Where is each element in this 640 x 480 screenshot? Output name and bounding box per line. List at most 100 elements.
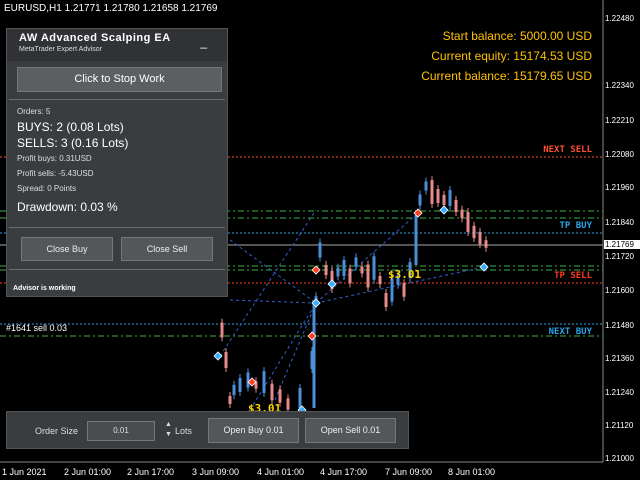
trade-link-line	[229, 299, 317, 304]
order-size-stepper[interactable]: ▲ ▼	[165, 420, 172, 440]
candle	[442, 194, 446, 206]
candle	[298, 387, 302, 409]
order-size-input[interactable]: 0.01	[87, 421, 155, 441]
price-tick: 1.22210	[605, 116, 634, 125]
symbol-header: EURUSD,H1 1.21771 1.21780 1.21658 1.2176…	[4, 3, 218, 14]
candle	[224, 351, 228, 369]
ea-panel: AW Advanced Scalping EA MetaTrader Exper…	[6, 28, 228, 297]
price-tick: 1.21240	[605, 388, 634, 397]
time-tick: 1 Jun 2021	[2, 467, 47, 477]
candle	[278, 389, 282, 403]
open-buy-button[interactable]: Open Buy 0.01	[208, 418, 299, 443]
next-sell-label: NEXT SELL	[543, 145, 592, 155]
order-size-label: Order Size	[35, 426, 79, 436]
candle	[378, 275, 382, 285]
next-buy-label: NEXT BUY	[548, 327, 592, 337]
price-tick: 1.21769	[604, 240, 640, 249]
candle	[414, 215, 418, 265]
lots-label: Lots	[175, 426, 193, 436]
candle	[354, 257, 358, 267]
price-tick: 1.22080	[605, 150, 634, 159]
price-tick: 1.21600	[605, 286, 634, 295]
candle	[372, 256, 376, 280]
profit-label: $3.01	[388, 268, 422, 281]
time-tick: 7 Jun 09:00	[385, 467, 433, 477]
candle	[418, 194, 422, 206]
candle	[390, 278, 394, 302]
buy-marker-icon	[439, 205, 449, 215]
candle	[262, 371, 266, 393]
tp-buy-label: TP BUY	[559, 221, 592, 231]
candle	[466, 212, 470, 232]
candle	[366, 264, 370, 288]
trade-link-line	[229, 239, 317, 304]
candle	[484, 240, 488, 248]
price-tick: 1.21120	[605, 421, 634, 430]
close-sell-button[interactable]: Close Sell	[121, 237, 213, 261]
buys-summary: BUYS: 2 (0.08 Lots)	[17, 120, 124, 134]
buy-marker-icon	[213, 351, 223, 361]
time-tick: 8 Jun 01:00	[448, 467, 496, 477]
order-bar: Order Size 0.01 ▲ ▼ Lots Open Buy 0.01 O…	[6, 411, 409, 449]
candle	[336, 267, 340, 277]
time-tick: 4 Jun 17:00	[320, 467, 368, 477]
panel-subtitle: MetaTrader Expert Advisor	[19, 46, 102, 53]
trade-link-line	[274, 302, 317, 401]
divider	[9, 269, 225, 270]
candle	[270, 383, 274, 401]
candle	[460, 209, 464, 219]
panel-title: AW Advanced Scalping EA	[19, 32, 171, 44]
candle	[360, 266, 364, 274]
time-tick: 3 Jun 09:00	[192, 467, 240, 477]
candle	[454, 200, 458, 212]
panel-header[interactable]: AW Advanced Scalping EA MetaTrader Exper…	[7, 29, 227, 61]
candle	[246, 372, 250, 388]
stepper-up-icon[interactable]: ▲	[165, 420, 172, 430]
candle	[312, 300, 316, 408]
candle	[384, 293, 388, 307]
candle	[342, 259, 346, 277]
sell-marker-icon	[311, 265, 321, 275]
time-tick: 2 Jun 01:00	[64, 467, 112, 477]
candle	[436, 188, 440, 204]
minimize-button[interactable]: _	[200, 35, 207, 49]
candle	[472, 225, 476, 239]
drawdown: Drawdown: 0.03 %	[17, 200, 118, 214]
profit-buys: Profit buys: 0.31USD	[17, 154, 92, 163]
divider	[9, 227, 225, 228]
candle	[318, 242, 322, 258]
candle	[286, 398, 290, 410]
candle	[232, 384, 236, 396]
stepper-down-icon[interactable]: ▼	[165, 430, 172, 440]
orders-count: Orders: 5	[17, 107, 51, 116]
spread: Spread: 0 Points	[17, 184, 77, 193]
start-balance: Start balance: 5000.00 USD	[442, 29, 592, 43]
current-equity: Current equity: 15174.53 USD	[431, 49, 592, 63]
price-tick: 1.21480	[605, 321, 634, 330]
stop-work-button[interactable]: Click to Stop Work	[17, 67, 222, 92]
time-tick: 4 Jun 01:00	[257, 467, 305, 477]
price-tick: 1.21960	[605, 183, 634, 192]
candle	[238, 378, 242, 392]
profit-sells: Profit sells: -5.43USD	[17, 169, 94, 178]
candle	[430, 180, 434, 204]
time-tick: 2 Jun 17:00	[127, 467, 175, 477]
price-tick: 1.22340	[605, 81, 634, 90]
price-tick: 1.21720	[605, 252, 634, 261]
tp-sell-label: TP SELL	[554, 271, 592, 281]
candle	[448, 190, 452, 206]
divider	[9, 99, 225, 100]
open-sell-button[interactable]: Open Sell 0.01	[305, 418, 396, 443]
candle	[402, 283, 406, 297]
price-tick: 1.21360	[605, 354, 634, 363]
close-buy-button[interactable]: Close Buy	[21, 237, 113, 261]
price-tick: 1.21000	[605, 454, 634, 463]
candle	[324, 264, 328, 276]
trade-annotation: #1641 sell 0.03	[6, 323, 68, 333]
current-balance: Current balance: 15179.65 USD	[421, 69, 592, 83]
sells-summary: SELLS: 3 (0.16 Lots)	[17, 136, 129, 150]
candle	[424, 181, 428, 191]
candle	[220, 322, 224, 338]
candle	[478, 231, 482, 245]
candle	[348, 268, 352, 284]
